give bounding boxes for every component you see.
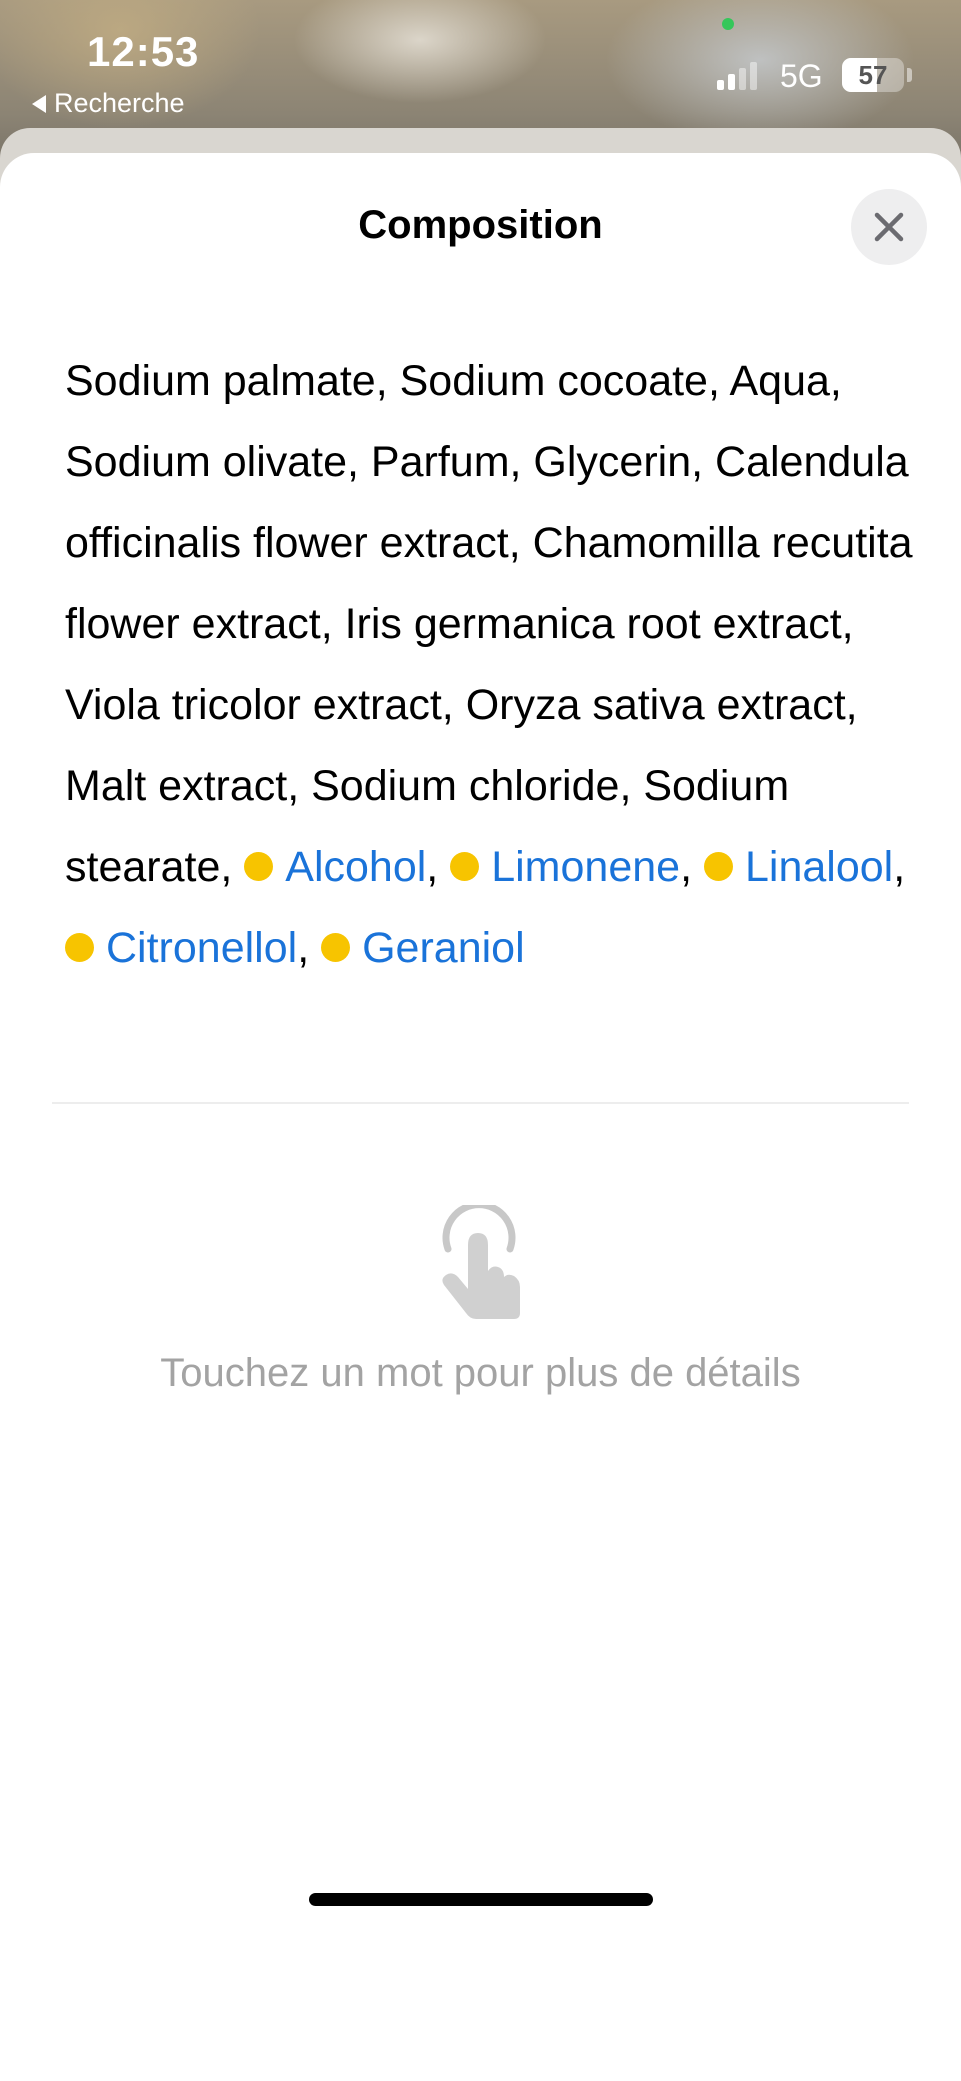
- back-app-label: Recherche: [54, 88, 185, 118]
- battery-cap: [907, 68, 912, 82]
- flagged-ingredient-link[interactable]: Alcohol: [285, 843, 426, 891]
- flagged-ingredient[interactable]: Geraniol: [321, 924, 525, 972]
- warning-dot-icon: [321, 933, 351, 963]
- flagged-ingredient[interactable]: Citronellol,: [65, 924, 309, 972]
- divider: [52, 1102, 909, 1104]
- flagged-ingredient[interactable]: Linalool,: [703, 843, 906, 891]
- separator: ,: [893, 843, 906, 891]
- camera-indicator-dot: [722, 18, 734, 30]
- flagged-ingredient-link[interactable]: Limonene: [491, 843, 680, 891]
- flagged-ingredient-link[interactable]: Geraniol: [362, 924, 525, 972]
- network-type: 5G: [780, 58, 823, 94]
- close-button[interactable]: [851, 189, 927, 265]
- flagged-ingredient[interactable]: Limonene,: [450, 843, 692, 891]
- cellular-signal-icon: [717, 62, 757, 90]
- ingredients-list: Sodium palmate, Sodium cocoate, Aqua, So…: [65, 341, 915, 989]
- home-indicator[interactable]: [309, 1893, 653, 1906]
- separator: ,: [426, 843, 439, 891]
- separator: ,: [680, 843, 693, 891]
- battery-level: 57: [858, 60, 888, 90]
- flagged-ingredient-link[interactable]: Citronellol: [106, 924, 297, 972]
- status-bar: 12:53 Recherche 5G 57: [0, 0, 961, 130]
- separator: ,: [297, 924, 310, 972]
- warning-dot-icon: [703, 852, 733, 882]
- warning-dot-icon: [450, 852, 480, 882]
- close-icon: [874, 212, 904, 242]
- battery-icon: 57: [842, 58, 904, 92]
- warning-dot-icon: [65, 933, 94, 963]
- clock: 12:53: [87, 28, 200, 75]
- composition-sheet: Composition Sodium palmate, Sodium cocoa…: [0, 153, 961, 2081]
- back-to-app-button[interactable]: Recherche: [32, 88, 185, 119]
- hint-text: Touchez un mot pour plus de détails: [160, 1351, 801, 1395]
- back-triangle-icon: [32, 94, 46, 113]
- ingredients-plain-text[interactable]: Sodium palmate, Sodium cocoate, Aqua, So…: [65, 357, 913, 891]
- flagged-ingredient-link[interactable]: Linalool: [745, 843, 893, 891]
- sheet-title: Composition: [358, 203, 603, 247]
- flagged-ingredient[interactable]: Alcohol,: [244, 843, 438, 891]
- tap-hand-icon: [442, 1205, 520, 1319]
- warning-dot-icon: [244, 852, 274, 882]
